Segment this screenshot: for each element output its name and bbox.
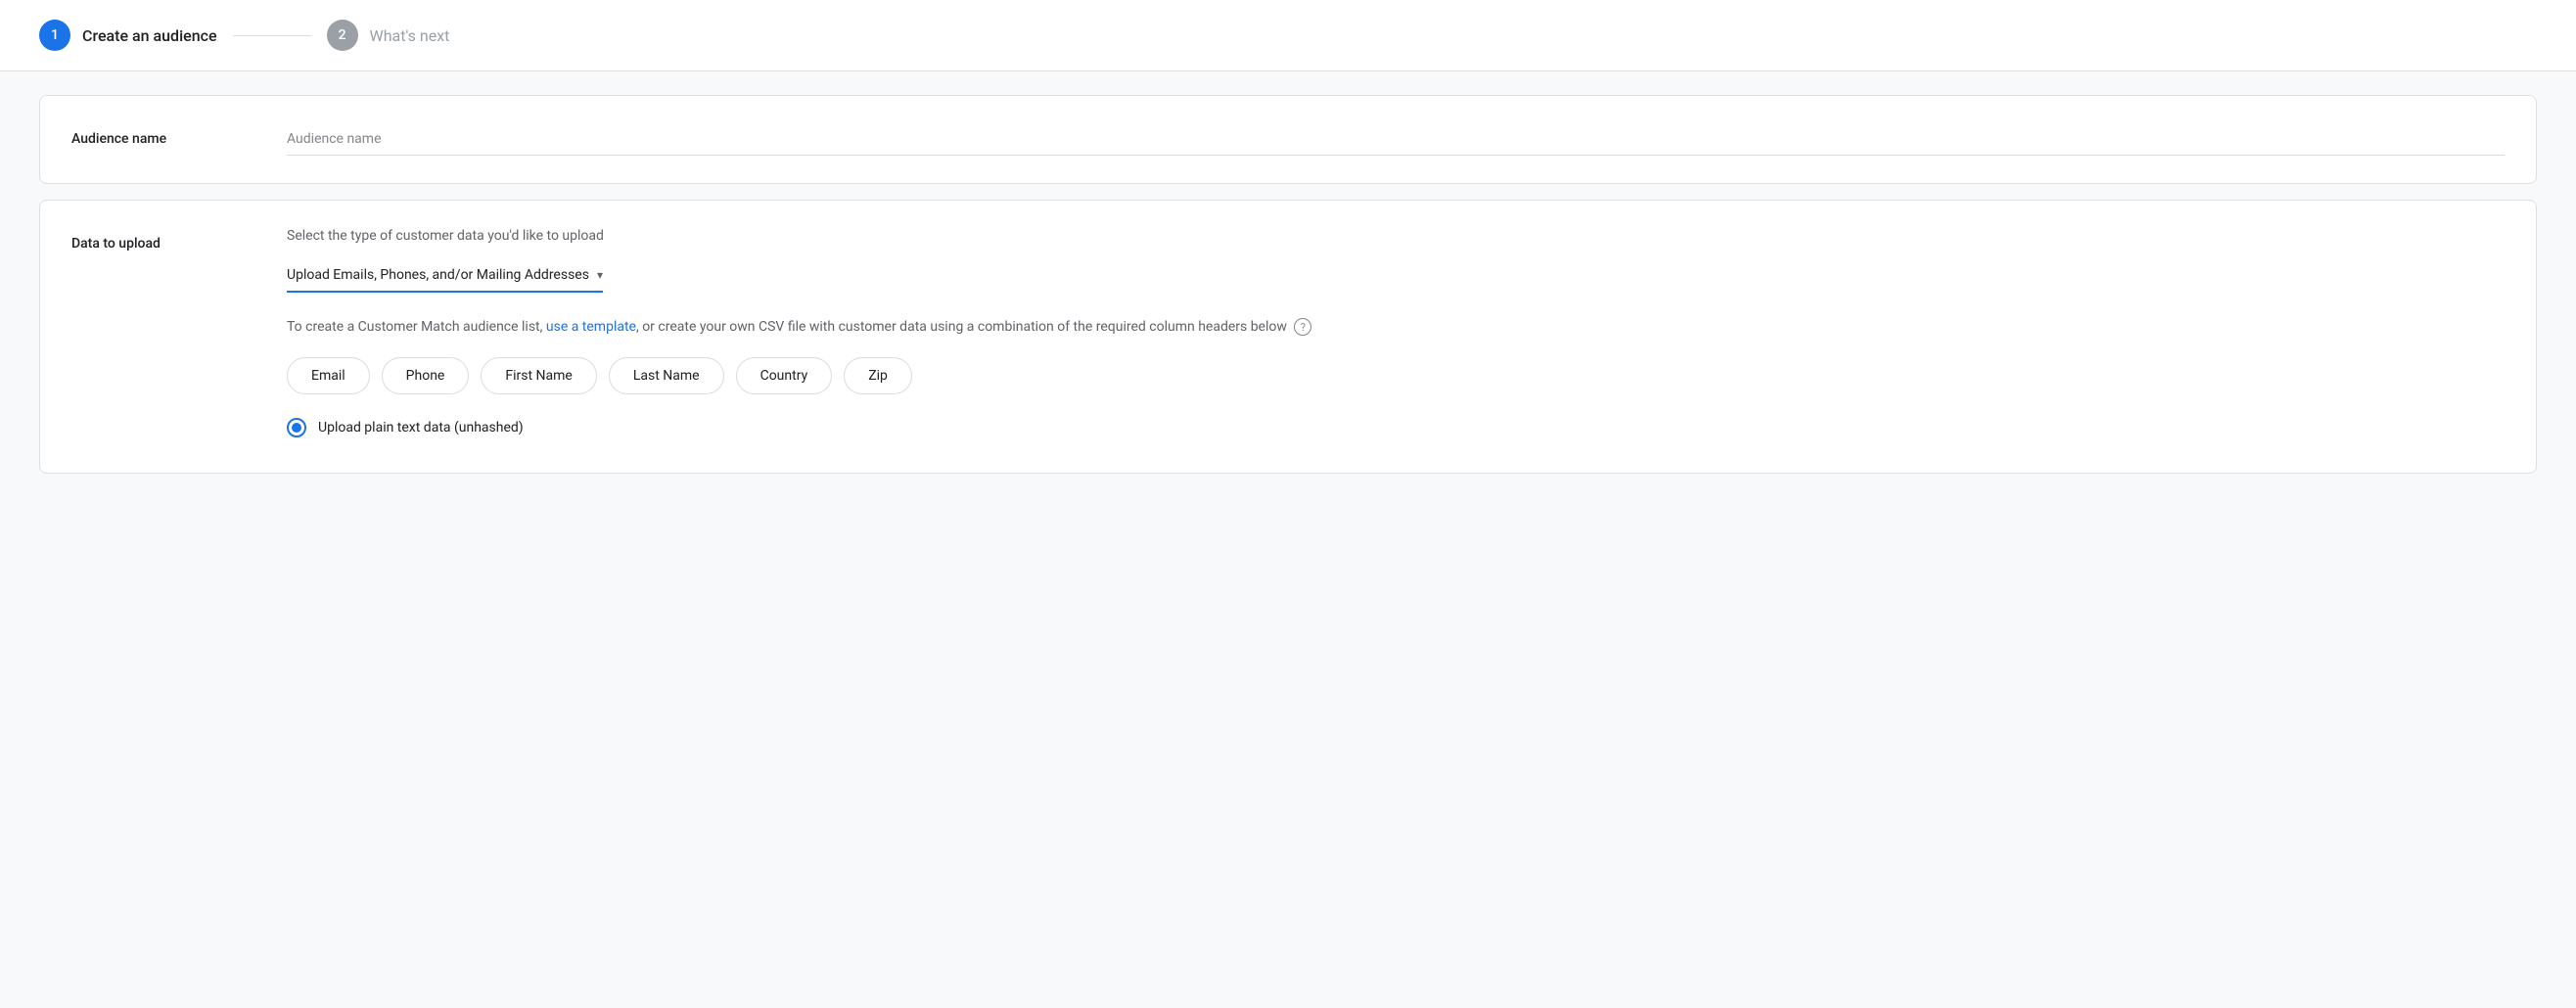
data-upload-content: Select the type of customer data you'd l… bbox=[287, 228, 2505, 445]
data-upload-label: Data to upload bbox=[71, 228, 287, 252]
data-type-dropdown[interactable]: Upload Emails, Phones, and/or Mailing Ad… bbox=[287, 259, 603, 293]
data-upload-card: Data to upload Select the type of custom… bbox=[39, 200, 2537, 474]
audience-name-label: Audience name bbox=[71, 123, 287, 147]
audience-name-card: Audience name bbox=[39, 95, 2537, 184]
column-chip: Country bbox=[736, 357, 833, 394]
step-connector bbox=[233, 35, 311, 36]
dropdown-arrow-icon: ▾ bbox=[597, 268, 603, 282]
column-chip: Last Name bbox=[609, 357, 724, 394]
column-chip: Zip bbox=[844, 357, 912, 394]
step-1-label: Create an audience bbox=[82, 26, 217, 45]
audience-name-row: Audience name bbox=[40, 96, 2536, 183]
radio-unhashed-option[interactable]: Upload plain text data (unhashed) bbox=[287, 418, 2505, 437]
help-icon[interactable]: ? bbox=[1294, 318, 1311, 336]
template-link[interactable]: use a template bbox=[546, 319, 636, 335]
main-content: Audience name Data to upload Select the … bbox=[0, 71, 2576, 513]
helper-text: To create a Customer Match audience list… bbox=[287, 316, 2505, 338]
audience-name-content bbox=[287, 123, 2505, 156]
dropdown-value: Upload Emails, Phones, and/or Mailing Ad… bbox=[287, 267, 589, 283]
radio-inner bbox=[292, 423, 301, 433]
radio-unhashed-label: Upload plain text data (unhashed) bbox=[318, 420, 524, 435]
step-1: 1 Create an audience bbox=[39, 20, 217, 51]
step-2-label: What's next bbox=[370, 26, 450, 45]
step-2: 2 What's next bbox=[327, 20, 450, 51]
step-1-circle: 1 bbox=[39, 20, 70, 51]
stepper-header: 1 Create an audience 2 What's next bbox=[0, 0, 2576, 71]
data-upload-row: Data to upload Select the type of custom… bbox=[40, 201, 2536, 473]
data-upload-description: Select the type of customer data you'd l… bbox=[287, 228, 2505, 244]
radio-circle bbox=[287, 418, 306, 437]
column-chip: Phone bbox=[382, 357, 470, 394]
step-2-circle: 2 bbox=[327, 20, 358, 51]
column-chip: First Name bbox=[481, 357, 596, 394]
column-chips: Email Phone First Name Last Name Country Zip bbox=[287, 357, 2505, 394]
audience-name-input[interactable] bbox=[287, 123, 2505, 156]
column-chip: Email bbox=[287, 357, 370, 394]
